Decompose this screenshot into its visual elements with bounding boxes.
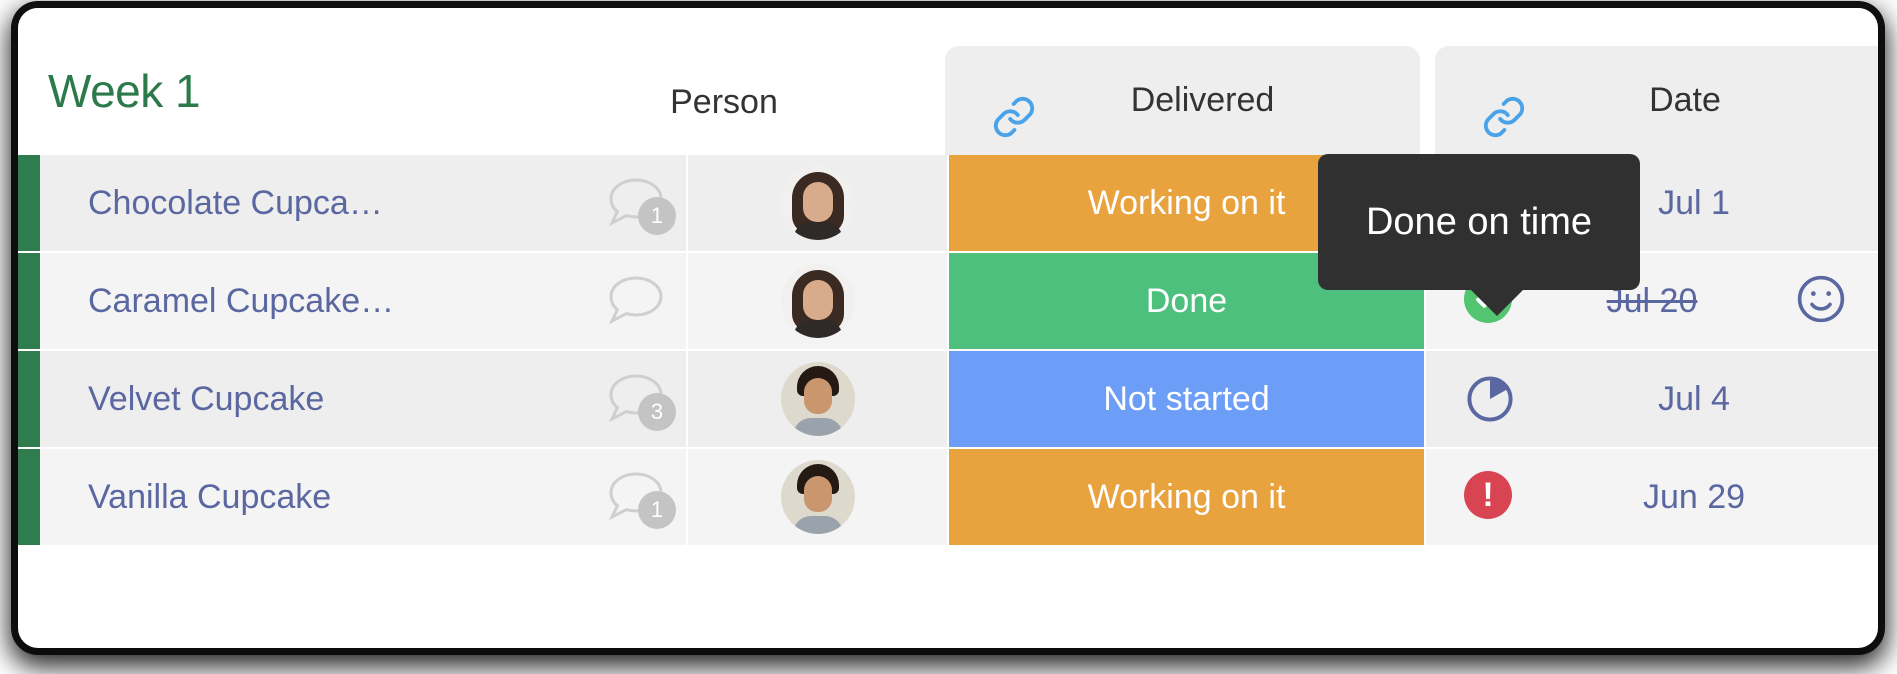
link-icon bbox=[1481, 94, 1527, 145]
board-header: Week 1 Person Delivered Date bbox=[18, 8, 1878, 155]
group-color-bar bbox=[18, 253, 40, 349]
avatar[interactable] bbox=[780, 460, 855, 534]
column-header-delivered-label: Delivered bbox=[1130, 81, 1275, 119]
task-name: Velvet Cupcake bbox=[88, 379, 325, 418]
tooltip-text: Done on time bbox=[1365, 200, 1592, 243]
comment-bubble-icon[interactable] bbox=[604, 273, 668, 329]
cell-name[interactable]: Velvet Cupcake bbox=[40, 351, 586, 447]
tooltip-arrow bbox=[1469, 288, 1525, 316]
group-title[interactable]: Week 1 bbox=[48, 64, 201, 118]
task-name: Vanilla Cupcake bbox=[88, 477, 332, 516]
comment-count-badge: 1 bbox=[638, 491, 676, 529]
pie-progress-icon[interactable] bbox=[1464, 373, 1516, 425]
cell-comments[interactable]: 1 bbox=[586, 449, 686, 545]
table-row[interactable]: Vanilla Cupcake 1 Working on it ! Jun 29 bbox=[18, 447, 1878, 545]
cell-person[interactable] bbox=[686, 351, 947, 447]
avatar[interactable] bbox=[780, 362, 855, 436]
cell-name[interactable]: Chocolate Cupca… bbox=[40, 155, 586, 251]
cell-name[interactable]: Vanilla Cupcake bbox=[40, 449, 586, 545]
cell-status[interactable]: Not started bbox=[947, 351, 1424, 447]
avatar[interactable] bbox=[780, 264, 855, 338]
cell-person[interactable] bbox=[686, 449, 947, 545]
column-header-date-label: Date bbox=[1649, 81, 1721, 119]
screenshot-stage: Week 1 Person Delivered Date Chocolate C… bbox=[0, 0, 1897, 674]
comment-bubble-icon[interactable]: 3 bbox=[604, 371, 676, 431]
cell-comments[interactable] bbox=[586, 253, 686, 349]
avatar[interactable] bbox=[780, 166, 855, 240]
column-header-date[interactable]: Date bbox=[1435, 46, 1878, 155]
table-row[interactable]: Velvet Cupcake 3 Not started Jul 4 bbox=[18, 349, 1878, 447]
cell-date[interactable]: Jul 4 bbox=[1424, 351, 1878, 447]
cell-person[interactable] bbox=[686, 155, 947, 251]
cell-person[interactable] bbox=[686, 253, 947, 349]
task-name: Caramel Cupcake… bbox=[88, 281, 395, 320]
comment-bubble-icon[interactable]: 1 bbox=[604, 469, 676, 529]
link-icon bbox=[991, 94, 1037, 145]
column-header-delivered[interactable]: Delivered bbox=[945, 46, 1420, 155]
task-name: Chocolate Cupca… bbox=[88, 183, 383, 222]
cell-comments[interactable]: 3 bbox=[586, 351, 686, 447]
column-header-person[interactable]: Person bbox=[619, 83, 829, 122]
comment-count-badge: 3 bbox=[638, 393, 676, 431]
group-color-bar bbox=[18, 449, 40, 545]
group-color-bar bbox=[18, 155, 40, 251]
cell-date[interactable]: ! Jun 29 bbox=[1424, 449, 1878, 545]
status-badge[interactable]: Not started bbox=[949, 351, 1424, 447]
status-badge[interactable]: Working on it bbox=[949, 449, 1424, 545]
comment-bubble-icon[interactable]: 1 bbox=[604, 175, 676, 235]
tooltip: Done on time bbox=[1318, 154, 1640, 316]
cell-name[interactable]: Caramel Cupcake… bbox=[40, 253, 586, 349]
group-color-bar bbox=[18, 351, 40, 447]
board-card: Week 1 Person Delivered Date Chocolate C… bbox=[18, 8, 1878, 648]
date-text: Jun 29 bbox=[1642, 477, 1746, 516]
date-text: Jul 4 bbox=[1658, 379, 1730, 418]
cell-comments[interactable]: 1 bbox=[586, 155, 686, 251]
smiley-icon[interactable] bbox=[1794, 272, 1854, 331]
comment-count-badge: 1 bbox=[638, 197, 676, 235]
alert-circle-icon[interactable]: ! bbox=[1464, 471, 1516, 523]
cell-status[interactable]: Working on it bbox=[947, 449, 1424, 545]
